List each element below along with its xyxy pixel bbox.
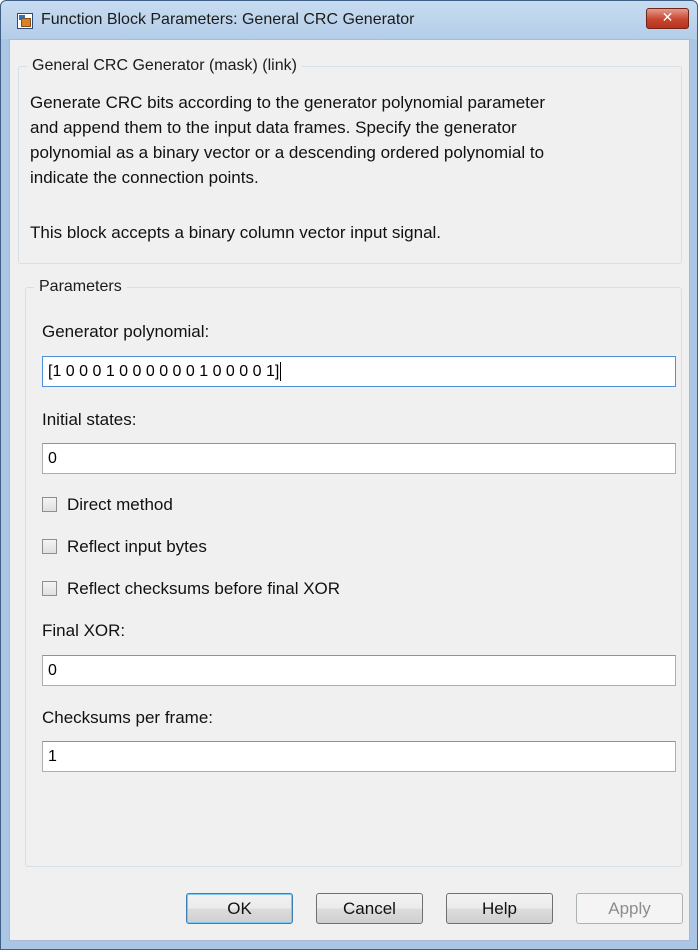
description-group-title: General CRC Generator (mask) (link) (27, 57, 302, 75)
direct-method-label: Direct method (67, 495, 173, 514)
parameters-group-title: Parameters (34, 278, 127, 296)
simulink-block-icon (17, 13, 33, 29)
help-button[interactable]: Help (446, 893, 553, 924)
generator-polynomial-value: [1 0 0 0 1 0 0 0 0 0 0 1 0 0 0 0 1] (48, 363, 280, 380)
checksums-per-frame-input[interactable]: 1 (42, 741, 676, 772)
description-line-4: indicate the connection points. (30, 168, 259, 187)
description-line-3: polynomial as a binary vector or a desce… (30, 143, 545, 162)
title-bar[interactable]: Function Block Parameters: General CRC G… (1, 1, 697, 39)
initial-states-label: Initial states: (42, 410, 137, 429)
close-button[interactable]: ✕ (646, 8, 689, 29)
reflect-input-bytes-label: Reflect input bytes (67, 537, 207, 556)
dialog-window: Function Block Parameters: General CRC G… (0, 0, 698, 950)
cancel-button[interactable]: Cancel (316, 893, 423, 924)
generator-polynomial-label: Generator polynomial: (42, 322, 210, 341)
text-caret (280, 362, 282, 382)
ok-button[interactable]: OK (186, 893, 293, 924)
window-title: Function Block Parameters: General CRC G… (41, 11, 415, 28)
description-line-1: Generate CRC bits according to the gener… (30, 93, 545, 112)
reflect-checksums-label: Reflect checksums before final XOR (67, 579, 341, 598)
reflect-input-bytes-checkbox[interactable] (42, 539, 57, 554)
final-xor-input[interactable]: 0 (42, 655, 676, 686)
initial-states-input[interactable]: 0 (42, 443, 676, 474)
final-xor-label: Final XOR: (42, 621, 126, 640)
generator-polynomial-input[interactable]: [1 0 0 0 1 0 0 0 0 0 0 1 0 0 0 0 1] (42, 356, 676, 387)
description-group: General CRC Generator (mask) (link) Gene… (18, 57, 682, 264)
description-line-2: and append them to the input data frames… (30, 118, 517, 137)
checksums-per-frame-label: Checksums per frame: (42, 708, 213, 727)
description-note: This block accepts a binary column vecto… (30, 223, 442, 242)
apply-button: Apply (576, 893, 683, 924)
direct-method-checkbox[interactable] (42, 497, 57, 512)
dialog-client-area: General CRC Generator (mask) (link) Gene… (9, 39, 690, 941)
reflect-checksums-checkbox[interactable] (42, 581, 57, 596)
